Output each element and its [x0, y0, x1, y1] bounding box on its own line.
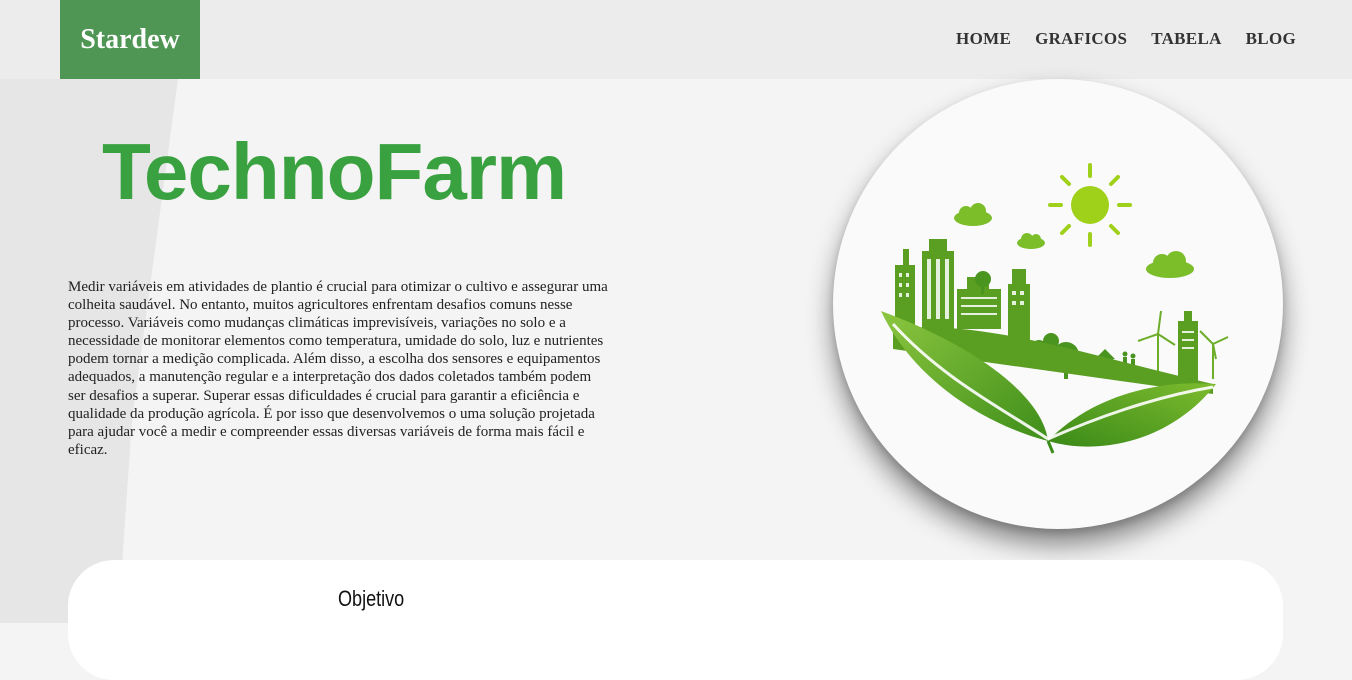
- nav-item-graficos[interactable]: GRAFICOS: [1035, 29, 1127, 49]
- nav-item-blog[interactable]: BLOG: [1246, 29, 1296, 49]
- nav-item-tabela[interactable]: TABELA: [1151, 29, 1221, 49]
- nav-item-home[interactable]: HOME: [956, 29, 1011, 49]
- objective-title: Objetivo: [338, 586, 405, 611]
- intro-paragraph: Medir variáveis em atividades de plantio…: [68, 279, 608, 458]
- eco-city-leaves-icon: [881, 163, 1229, 454]
- hero-illustration: [833, 79, 1283, 529]
- hero-title: TechnoFarm: [102, 127, 567, 216]
- objective-card: Objetivo: [68, 560, 1283, 680]
- brand-logo[interactable]: Stardew: [60, 0, 200, 79]
- top-navbar: Stardew HOME GRAFICOS TABELA BLOG: [0, 0, 1352, 79]
- main-nav: HOME GRAFICOS TABELA BLOG: [956, 29, 1296, 49]
- sun-icon: [1048, 163, 1132, 247]
